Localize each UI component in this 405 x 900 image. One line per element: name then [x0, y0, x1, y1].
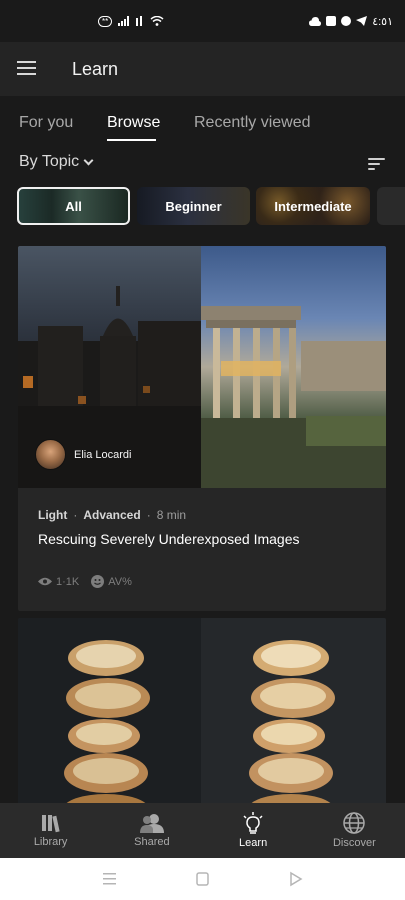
tab-for-you[interactable]: For you: [19, 114, 73, 132]
after-image: [201, 618, 386, 818]
tutorial-card[interactable]: [18, 618, 386, 818]
level-chips: All Beginner Intermediate: [0, 187, 405, 225]
smiley-icon: [91, 575, 105, 588]
chip-intermediate[interactable]: Intermediate: [256, 187, 370, 225]
cloud-icon: [309, 16, 322, 26]
globe-icon: [343, 812, 366, 834]
menu-icon[interactable]: [17, 61, 36, 75]
bottom-navigation: Library Shared Learn Discover: [0, 803, 405, 858]
chip-label: All: [65, 198, 82, 214]
roman-forum-image: [201, 306, 386, 488]
tutorial-card[interactable]: Elia Locardi Light · Advanced · 8 min Re…: [18, 246, 386, 611]
page-title: Learn: [72, 58, 119, 79]
shared-people-icon: [139, 814, 164, 833]
nav-label: Shared: [134, 836, 170, 848]
author-name: Elia Locardi: [74, 448, 132, 461]
chip-label: Beginner: [165, 198, 222, 214]
rating-value: AV%: [108, 575, 132, 588]
filter-row: By Topic: [0, 148, 405, 180]
chip-all[interactable]: All: [17, 187, 130, 225]
rating-stat: AV%: [91, 575, 132, 588]
level-label: Advanced: [83, 508, 141, 522]
topic-label: Light: [38, 508, 68, 522]
lightbulb-icon: [243, 812, 263, 834]
nav-discover[interactable]: Discover: [304, 803, 405, 858]
before-image: [18, 618, 201, 818]
author-info[interactable]: Elia Locardi: [35, 439, 131, 470]
chip-beginner[interactable]: Beginner: [137, 187, 250, 225]
avatar: [35, 439, 66, 470]
nav-shared[interactable]: Shared: [101, 803, 202, 858]
notification-badge: **: [98, 15, 113, 27]
signal-icon: [118, 16, 130, 26]
chip-label: Intermediate: [274, 198, 352, 214]
clock-text: ٤:٥١: [372, 15, 393, 28]
nav-library[interactable]: Library: [0, 803, 101, 858]
signal-icon-2: [136, 16, 143, 26]
separator: ·: [73, 508, 78, 522]
nav-label: Discover: [332, 837, 376, 849]
bread-stack-image: [64, 640, 150, 818]
duration-label: 8 min: [156, 508, 187, 522]
views-stat: 1·1K: [38, 576, 79, 588]
back-icon[interactable]: [290, 871, 303, 887]
views-count: 1·1K: [56, 575, 80, 588]
chevron-down-icon: [83, 155, 94, 165]
app-bar: Learn: [0, 42, 405, 96]
eye-icon: [38, 577, 52, 586]
bread-stack-image: [249, 640, 335, 818]
nav-learn[interactable]: Learn: [203, 803, 304, 858]
recents-icon[interactable]: [103, 873, 116, 885]
card-stats: 1·1K AV%: [38, 575, 132, 588]
status-bar: ** ٤:٥١: [0, 0, 405, 42]
whatsapp-icon: [341, 16, 352, 26]
sort-icon[interactable]: [368, 158, 385, 171]
separator: ·: [146, 508, 151, 522]
nav-label: Learn: [239, 837, 268, 849]
wifi-icon: [150, 16, 164, 26]
card-title: Rescuing Severely Underexposed Images: [38, 531, 300, 547]
card-thumbnail: Elia Locardi: [18, 246, 386, 488]
library-icon: [41, 815, 60, 833]
active-tab-indicator: [107, 139, 156, 141]
tab-recently-viewed[interactable]: Recently viewed: [194, 114, 311, 132]
after-image: [201, 246, 386, 488]
topic-dropdown-label: By Topic: [19, 153, 80, 170]
system-navigation-bar: [0, 858, 405, 900]
app-notification-icon: [326, 16, 337, 26]
nav-label: Library: [33, 836, 68, 848]
topic-dropdown[interactable]: By Topic: [19, 153, 94, 171]
tab-browse[interactable]: Browse: [107, 114, 160, 132]
card-meta: Light · Advanced · 8 min: [38, 508, 186, 522]
telegram-icon: [356, 16, 368, 26]
home-icon[interactable]: [196, 872, 209, 886]
tab-bar: For you Browse Recently viewed: [0, 96, 405, 148]
chip-advanced-partial[interactable]: [377, 187, 405, 225]
